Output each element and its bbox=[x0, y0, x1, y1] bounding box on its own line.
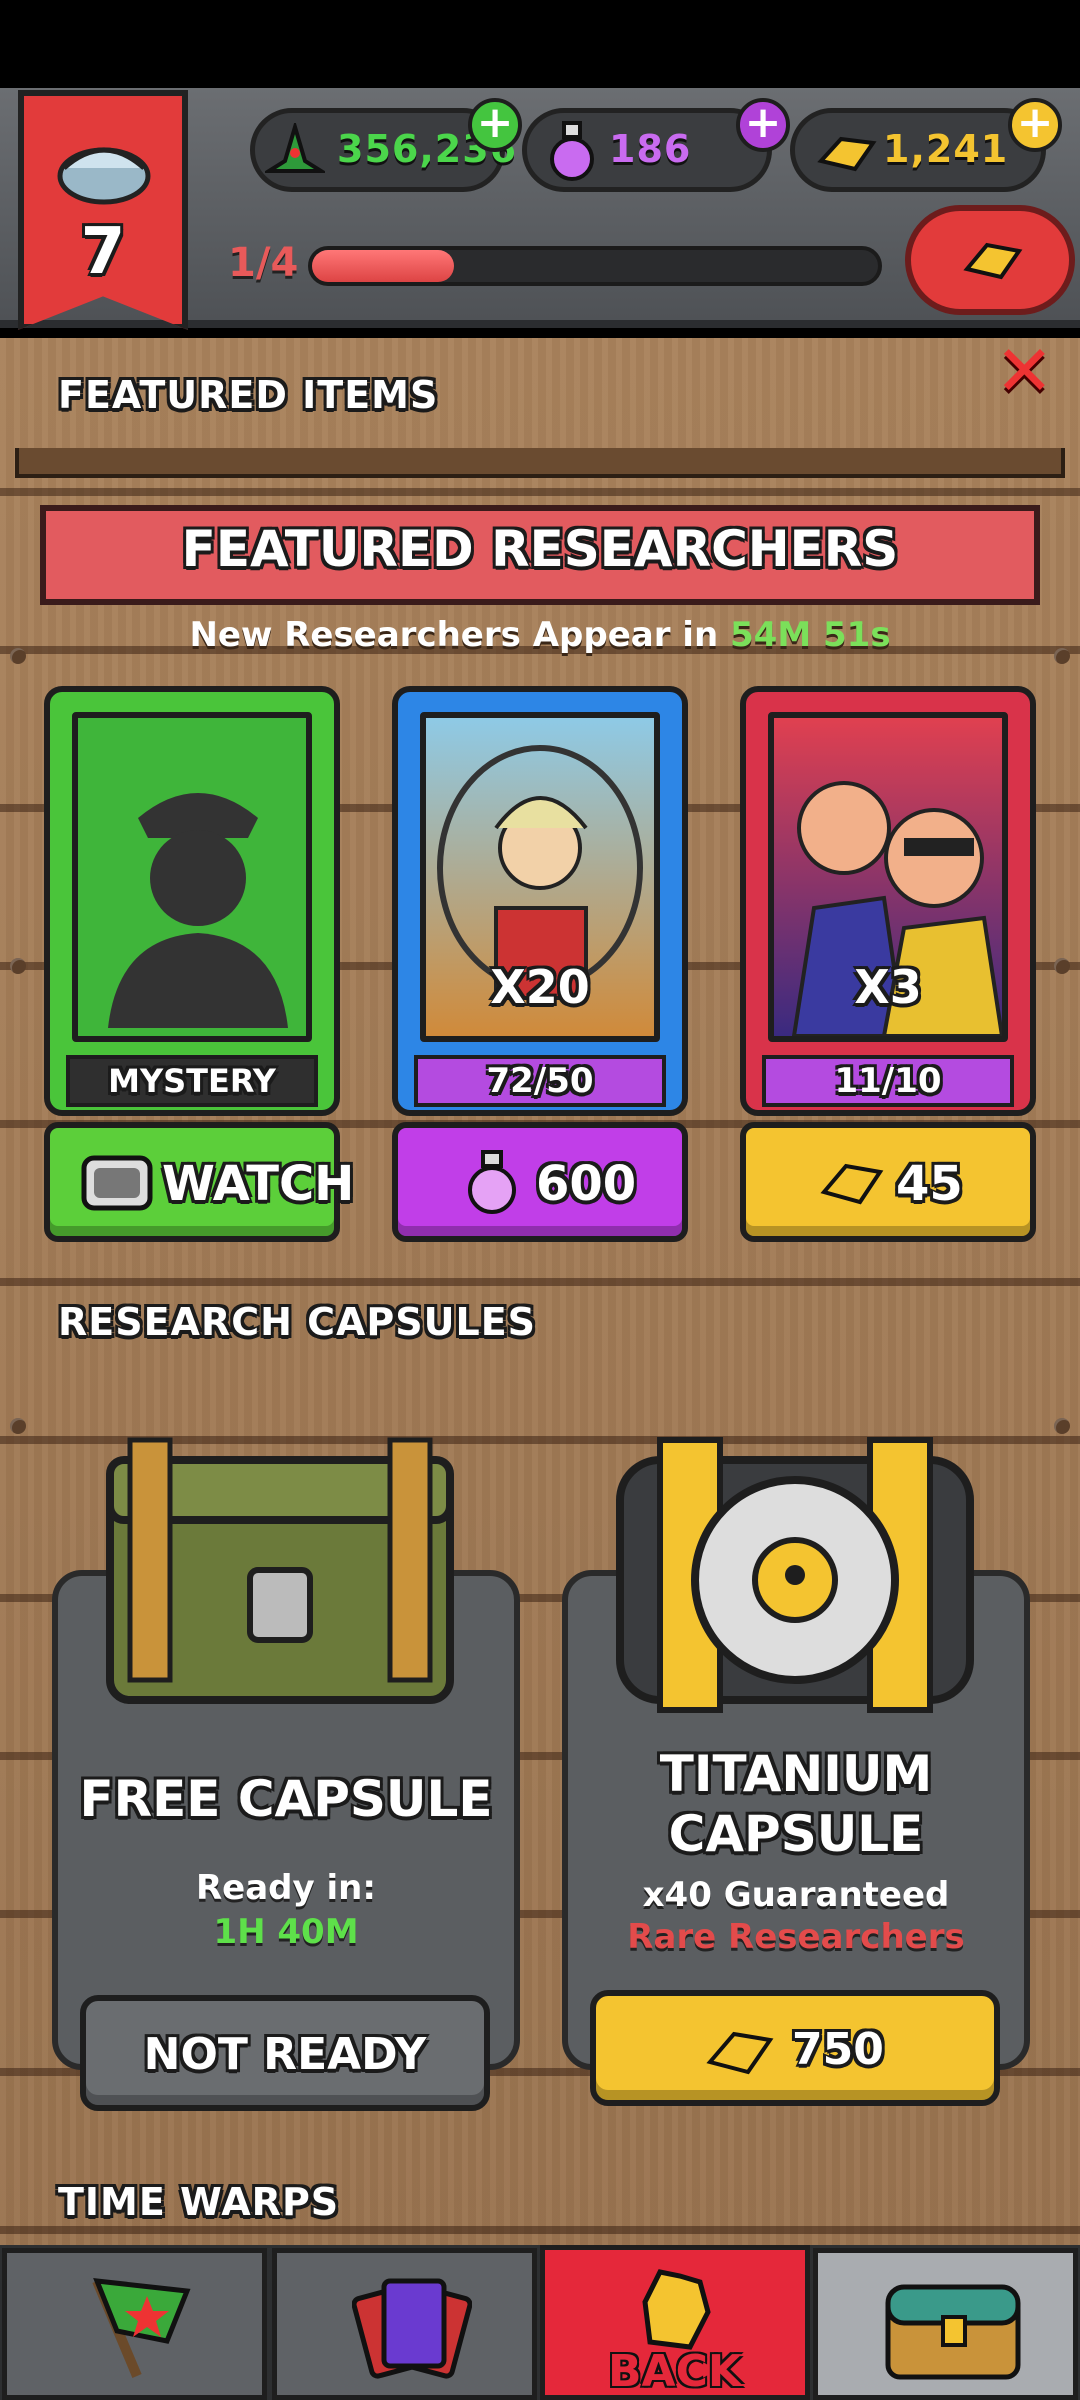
status-bar bbox=[0, 0, 1080, 88]
gold-bars-icon bbox=[963, 242, 1023, 280]
timer-value: 54M 51s bbox=[730, 615, 891, 655]
titanium-price: 750 bbox=[792, 2024, 884, 2075]
cash-counter[interactable]: 356,236 bbox=[250, 108, 516, 192]
researcher-count-2: 72/50 bbox=[414, 1055, 666, 1107]
multiplier-3: X3 bbox=[854, 960, 922, 1014]
vault-capsule-icon bbox=[616, 1437, 974, 1713]
researcher-card-mystery[interactable]: MYSTERY bbox=[44, 686, 340, 1116]
not-ready-button[interactable]: NOT READY bbox=[80, 1995, 490, 2111]
rare-researchers-label: Rare Researchers bbox=[627, 1917, 965, 1957]
gold-bar-icon bbox=[817, 136, 877, 172]
guaranteed-label: x40 Guaranteed bbox=[642, 1875, 950, 1915]
add-cash-button[interactable]: + bbox=[468, 98, 522, 152]
mystery-portrait bbox=[72, 712, 312, 1042]
add-gold-button[interactable]: + bbox=[1008, 98, 1062, 152]
researcher-card-3[interactable]: X3 11/10 bbox=[740, 686, 1036, 1116]
buy-titanium-button[interactable]: 750 bbox=[590, 1990, 1000, 2106]
witch-hat-icon bbox=[265, 123, 325, 173]
fist-icon bbox=[642, 2269, 711, 2350]
buy-potion-button[interactable]: 600 bbox=[392, 1122, 688, 1242]
researcher-count-3: 11/10 bbox=[762, 1055, 1014, 1107]
tv-icon bbox=[81, 1155, 153, 1211]
gold-value: 1,241 bbox=[883, 127, 1009, 171]
tab-shop[interactable] bbox=[813, 2248, 1078, 2400]
time-warps-title: TIME WARPS bbox=[58, 2180, 340, 2224]
featured-items-strip bbox=[15, 448, 1065, 478]
add-potion-button[interactable]: + bbox=[736, 98, 790, 152]
back-label: BACK bbox=[608, 2346, 742, 2397]
researchers-timer: New Researchers Appear in 54M 51s bbox=[0, 615, 1080, 655]
timer-prefix: New Researchers Appear in bbox=[189, 615, 719, 655]
featured-researchers-title: FEATURED RESEARCHERS bbox=[181, 520, 899, 578]
buy-gold-button[interactable]: 45 bbox=[740, 1122, 1036, 1242]
potion-icon bbox=[468, 1150, 516, 1214]
gold-price: 45 bbox=[896, 1156, 963, 1212]
tab-missions[interactable] bbox=[2, 2248, 267, 2400]
researcher-card-2[interactable]: X20 72/50 bbox=[392, 686, 688, 1116]
titanium-title-line1: TITANIUM bbox=[659, 1745, 933, 1803]
watch-button[interactable]: WATCH bbox=[44, 1122, 354, 1242]
back-button[interactable]: BACK bbox=[540, 2245, 810, 2400]
potion-value: 186 bbox=[609, 127, 692, 171]
milestone-reward-button[interactable] bbox=[905, 205, 1075, 315]
close-icon[interactable]: ✕ bbox=[995, 330, 1054, 412]
bowl-icon bbox=[57, 147, 151, 205]
potion-counter[interactable]: 186 bbox=[522, 108, 772, 192]
potion-icon bbox=[550, 121, 594, 181]
gold-bar-icon bbox=[820, 1163, 884, 1205]
progress-text: 1/4 bbox=[228, 240, 299, 286]
featured-items-title: FEATURED ITEMS bbox=[58, 373, 439, 417]
flag-icon bbox=[92, 2278, 191, 2378]
research-capsules-title: RESEARCH CAPSULES bbox=[58, 1300, 537, 1344]
tab-cards[interactable] bbox=[272, 2248, 537, 2400]
level-number: 7 bbox=[80, 215, 126, 289]
ready-in-label: Ready in: bbox=[196, 1868, 376, 1908]
treasure-chest-icon bbox=[885, 2284, 1021, 2380]
cards-icon bbox=[352, 2278, 472, 2379]
gold-bar-icon bbox=[706, 2031, 774, 2075]
ammo-crate-icon bbox=[106, 1437, 454, 1704]
ready-in-time: 1H 40M bbox=[213, 1912, 359, 1952]
watch-label: WATCH bbox=[162, 1156, 355, 1212]
potion-price: 600 bbox=[536, 1156, 637, 1212]
mystery-label: MYSTERY bbox=[66, 1055, 318, 1107]
titanium-title-line2: CAPSULE bbox=[668, 1805, 924, 1863]
featured-items-header: FEATURED ITEMS bbox=[0, 338, 1080, 458]
not-ready-label: NOT READY bbox=[143, 2029, 427, 2080]
free-capsule-title: FREE CAPSULE bbox=[79, 1770, 493, 1828]
silhouette-icon bbox=[108, 793, 288, 1028]
level-banner[interactable] bbox=[18, 90, 188, 330]
multiplier-2: X20 bbox=[490, 960, 590, 1014]
progress-fill bbox=[312, 250, 454, 282]
